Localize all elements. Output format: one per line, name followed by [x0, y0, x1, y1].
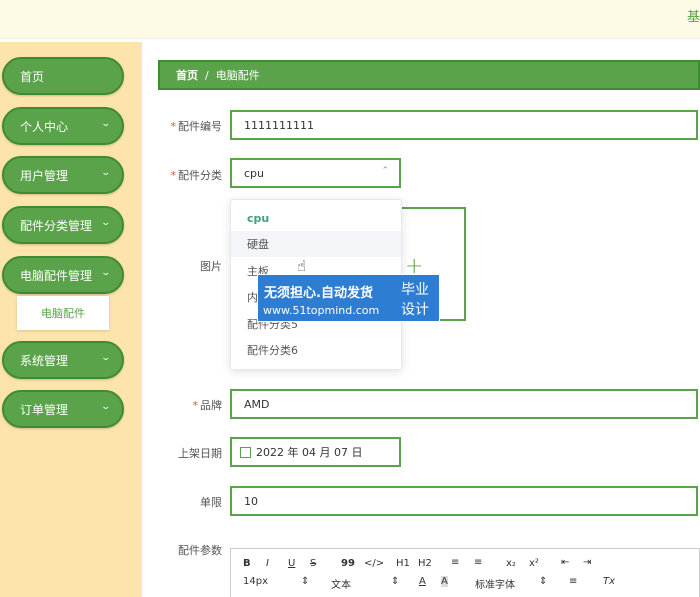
image-label-text: 图片	[200, 260, 222, 273]
indent-button[interactable]: ⇥	[583, 557, 591, 568]
sidebar-item-label: 系统管理	[20, 353, 69, 368]
sidebar-item-category-management[interactable]: 配件分类管理 ⌄	[2, 206, 124, 244]
image-label: 图片	[150, 258, 222, 274]
limit-value: 10	[244, 494, 258, 508]
breadcrumb-home[interactable]: 首页	[176, 67, 198, 83]
chevron-down-icon: ⌄	[100, 168, 112, 178]
clear-format-button[interactable]: Tx	[603, 576, 615, 587]
date-label: 上架日期	[150, 445, 222, 461]
blockquote-button[interactable]: 99	[341, 558, 355, 569]
brand-label-text: 品牌	[200, 399, 222, 412]
strike-button[interactable]: S	[310, 558, 316, 569]
bold-button[interactable]: B	[243, 558, 251, 569]
params-label: 配件参数	[150, 542, 222, 558]
part-no-value: 1111111111	[244, 118, 314, 132]
underline-button[interactable]: U	[288, 558, 295, 569]
font-family-select[interactable]: 标准字体	[475, 576, 515, 591]
chevron-down-icon: ⌄	[100, 268, 112, 278]
header-title: 基	[686, 10, 700, 25]
align-button[interactable]: ≡	[569, 576, 577, 587]
sort-icon: ⇕	[391, 576, 400, 587]
breadcrumb-separator: /	[205, 68, 209, 82]
sidebar-item-system-management[interactable]: 系统管理 ⌄	[2, 341, 124, 379]
dropdown-option[interactable]: 配件分类6	[231, 337, 401, 363]
chevron-down-icon: ⌄	[100, 402, 112, 412]
chevron-up-icon: ⌃	[381, 166, 389, 176]
breadcrumb-current: 电脑配件	[215, 69, 260, 82]
category-label-text: 配件分类	[178, 169, 222, 182]
h1-button[interactable]: H1	[396, 558, 410, 569]
sidebar-item-label: 用户管理	[20, 168, 69, 183]
part-no-label-text: 配件编号	[178, 120, 222, 133]
category-value: cpu	[244, 166, 265, 180]
limit-label: 单限	[150, 494, 222, 510]
sort-icon: ⇕	[539, 576, 548, 587]
sidebar-item-label: 配件分类管理	[20, 218, 93, 233]
chevron-down-icon: ⌄	[100, 353, 112, 363]
sidebar-item-label: 首页	[20, 69, 45, 84]
date-label-text: 上架日期	[178, 447, 222, 460]
code-button[interactable]: </>	[364, 558, 384, 569]
dropdown-option[interactable]: cpu	[231, 205, 401, 231]
limit-label-text: 单限	[200, 496, 222, 509]
brand-label: * 品牌	[150, 397, 223, 413]
required-mark: *	[192, 399, 199, 412]
category-select[interactable]: cpu ⌃	[230, 158, 401, 188]
sort-icon: ⇕	[301, 576, 310, 587]
limit-input[interactable]: 10	[230, 486, 698, 516]
sidebar-item-user-management[interactable]: 用户管理 ⌄	[2, 156, 124, 194]
bullet-list-button[interactable]: ≡	[474, 557, 482, 568]
watermark-line1: 无须担心.自动发货	[264, 286, 373, 301]
params-label-text: 配件参数	[178, 544, 222, 557]
superscript-button[interactable]: x²	[529, 558, 539, 569]
sidebar-item-home[interactable]: 首页	[2, 57, 124, 95]
chevron-down-icon: ⌄	[100, 119, 112, 129]
category-label: * 配件分类	[150, 167, 223, 183]
calendar-icon	[240, 447, 251, 458]
chevron-down-icon: ⌄	[100, 218, 112, 228]
brand-input[interactable]: AMD	[230, 389, 698, 419]
watermark-banner: 无须担心.自动发货 www.51topmind.com 毕业 设计	[257, 274, 440, 322]
sidebar-subitem-parts[interactable]: 电脑配件	[17, 296, 109, 330]
hand-cursor-icon: ☝	[297, 257, 307, 275]
date-picker[interactable]: 2022 年 04 月 07 日	[230, 437, 401, 467]
rich-text-editor[interactable]: B I U S 99 </> H1 H2 ≡ ≡ x₂ x² ⇤ ⇥ 14px …	[230, 548, 700, 597]
sidebar-item-label: 电脑配件管理	[20, 268, 93, 283]
required-mark: *	[170, 120, 177, 133]
required-mark: *	[170, 169, 177, 182]
top-header: 基	[0, 0, 700, 39]
watermark-line2: www.51topmind.com	[263, 304, 380, 317]
date-value: 2022 年 04 月 07 日	[256, 446, 363, 459]
subscript-button[interactable]: x₂	[506, 558, 516, 569]
brand-value: AMD	[244, 397, 270, 411]
font-color-button[interactable]: A	[419, 576, 426, 587]
breadcrumb: 首页 / 电脑配件	[158, 60, 700, 90]
sidebar-item-label: 个人中心	[20, 119, 69, 134]
format-select[interactable]: 文本	[331, 576, 351, 591]
ordered-list-button[interactable]: ≡	[451, 557, 459, 568]
bg-color-button[interactable]: A	[441, 576, 448, 587]
watermark-line4: 设计	[401, 302, 429, 318]
font-size-select[interactable]: 14px	[243, 576, 268, 587]
sidebar-item-parts-management[interactable]: 电脑配件管理 ⌄	[2, 256, 124, 294]
h2-button[interactable]: H2	[418, 558, 432, 569]
outdent-button[interactable]: ⇤	[561, 557, 569, 568]
dropdown-option[interactable]: 硬盘	[231, 231, 401, 257]
sidebar-item-personal-center[interactable]: 个人中心 ⌄	[2, 107, 124, 145]
sidebar-item-label: 订单管理	[20, 402, 69, 417]
sidebar-item-order-management[interactable]: 订单管理 ⌄	[2, 390, 124, 428]
part-no-input[interactable]: 1111111111	[230, 110, 698, 140]
watermark-line3: 毕业	[401, 282, 429, 298]
part-no-label: * 配件编号	[150, 118, 223, 134]
italic-button[interactable]: I	[266, 558, 269, 569]
